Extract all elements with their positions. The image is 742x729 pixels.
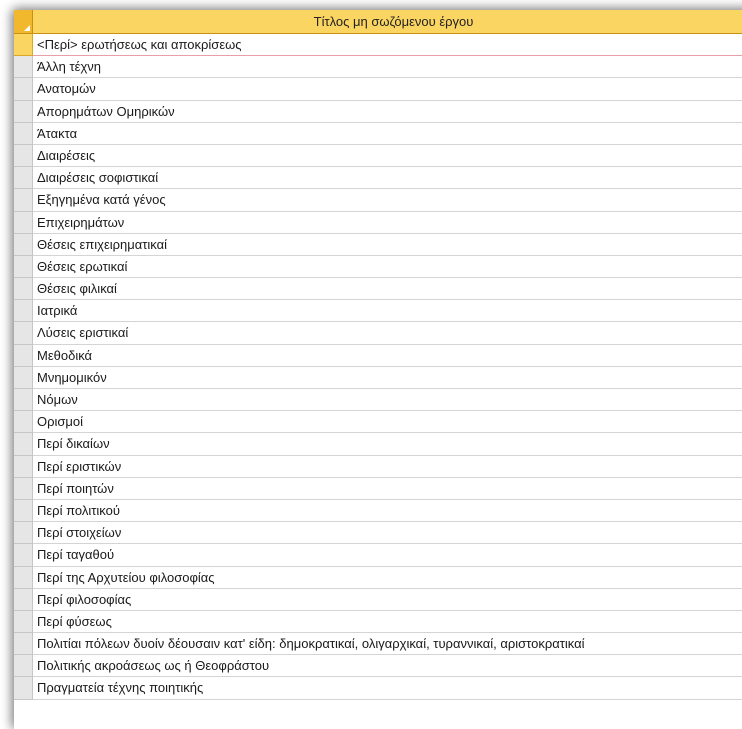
table-row[interactable]: Περί φιλοσοφίας — [14, 588, 742, 611]
title-cell[interactable]: Ανατομών — [33, 78, 742, 101]
table-row[interactable]: Περί ταγαθού — [14, 544, 742, 567]
table-row[interactable]: Άτακτα — [14, 122, 742, 145]
datasheet-view: Τίτλος μη σωζόμενου έργου <Περί> ερωτήσε… — [14, 10, 742, 729]
title-cell[interactable]: Περί δικαίων — [33, 433, 742, 456]
row-selector[interactable] — [14, 233, 33, 256]
title-cell[interactable]: <Περί> ερωτήσεως και αποκρίσεως — [33, 34, 742, 57]
row-selector[interactable] — [14, 34, 33, 57]
title-cell[interactable]: Θέσεις επιχειρηματικαί — [33, 234, 742, 256]
title-cell[interactable]: Μεθοδικά — [33, 345, 742, 367]
row-selector[interactable] — [14, 655, 33, 678]
title-cell[interactable]: Πολιτίαι πόλεων δυοίν δέουσαιν κατ' είδη… — [33, 633, 742, 656]
title-cell[interactable]: Περί στοιχείων — [33, 522, 742, 545]
table-row[interactable]: Άλλη τέχνη — [14, 56, 742, 79]
title-cell[interactable]: Λύσεις εριστικαί — [33, 322, 742, 345]
table-row[interactable]: Θέσεις φιλικαί — [14, 278, 742, 301]
table-row[interactable]: Απορημάτων Ομηρικών — [14, 100, 742, 123]
table-row[interactable]: Θέσεις ερωτικαί — [14, 255, 742, 279]
row-selector[interactable] — [14, 322, 33, 345]
row-selector[interactable] — [14, 544, 33, 567]
table-row[interactable]: Λύσεις εριστικαί — [14, 322, 742, 345]
table-row[interactable]: Πολιτίαι πόλεων δυοίν δέουσαιν κατ' είδη… — [14, 633, 742, 656]
title-cell[interactable]: Διαιρέσεις — [33, 145, 742, 168]
table-row[interactable]: <Περί> ερωτήσεως και αποκρίσεως — [14, 34, 742, 57]
row-selector[interactable] — [14, 366, 33, 389]
title-cell[interactable]: Πραγματεία τέχνης ποιητικής — [33, 677, 742, 700]
title-cell[interactable]: Περί φύσεως — [33, 611, 742, 634]
row-selector[interactable] — [14, 167, 33, 190]
title-cell[interactable]: Απορημάτων Ομηρικών — [33, 101, 742, 123]
row-selector[interactable] — [14, 78, 33, 101]
row-selector[interactable] — [14, 300, 33, 323]
table-row[interactable]: Περί πολιτικού — [14, 499, 742, 523]
title-cell[interactable]: Μνημομικόν — [33, 367, 742, 389]
table-row[interactable]: Πραγματεία τέχνης ποιητικής — [14, 677, 742, 700]
table-row[interactable]: Θέσεις επιχειρηματικαί — [14, 233, 742, 256]
title-cell[interactable]: Περί φιλοσοφίας — [33, 589, 742, 611]
title-cell[interactable]: Άλλη τέχνη — [33, 56, 742, 79]
datasheet-header: Τίτλος μη σωζόμενου έργου — [14, 10, 742, 34]
title-cell[interactable]: Διαιρέσεις σοφιστικαί — [33, 167, 742, 190]
row-selector[interactable] — [14, 56, 33, 79]
table-row[interactable]: Διαιρέσεις — [14, 144, 742, 168]
title-cell[interactable]: Νόμων — [33, 389, 742, 412]
row-selector[interactable] — [14, 433, 33, 456]
table-row[interactable]: Περί της Αρχυτείου φιλοσοφίας — [14, 566, 742, 589]
select-all-triangle-icon — [24, 25, 30, 31]
row-selector[interactable] — [14, 610, 33, 634]
title-cell[interactable]: Ορισμοί — [33, 411, 742, 434]
table-row[interactable]: Μνημομικόν — [14, 366, 742, 389]
title-cell[interactable]: Άτακτα — [33, 123, 742, 145]
title-cell[interactable]: Πολιτικής ακροάσεως ως ή Θεοφράστου — [33, 655, 742, 678]
title-cell[interactable]: Περί πολιτικού — [33, 500, 742, 523]
row-selector[interactable] — [14, 278, 33, 301]
title-cell[interactable]: Θέσεις φιλικαί — [33, 278, 742, 301]
table-row[interactable]: Επιχειρημάτων — [14, 211, 742, 234]
title-cell[interactable]: Επιχειρημάτων — [33, 212, 742, 234]
row-selector[interactable] — [14, 122, 33, 145]
table-row[interactable]: Εξηγημένα κατά γένος — [14, 189, 742, 212]
table-row[interactable]: Περί στοιχείων — [14, 522, 742, 545]
row-selector[interactable] — [14, 189, 33, 212]
table-row[interactable]: Ορισμοί — [14, 411, 742, 434]
table-row[interactable]: Ανατομών — [14, 78, 742, 101]
table-row[interactable]: Περί φύσεως — [14, 610, 742, 634]
row-selector[interactable] — [14, 455, 33, 478]
table-row[interactable]: Διαιρέσεις σοφιστικαί — [14, 167, 742, 190]
row-selector[interactable] — [14, 477, 33, 500]
row-selector[interactable] — [14, 677, 33, 700]
title-cell[interactable]: Περί ποιητών — [33, 478, 742, 500]
row-selector[interactable] — [14, 144, 33, 168]
row-selector[interactable] — [14, 389, 33, 412]
title-cell[interactable]: Ιατρικά — [33, 300, 742, 323]
table-row[interactable]: Πολιτικής ακροάσεως ως ή Θεοφράστου — [14, 655, 742, 678]
title-cell[interactable]: Θέσεις ερωτικαί — [33, 256, 742, 279]
column-header-title[interactable]: Τίτλος μη σωζόμενου έργου — [33, 10, 742, 34]
column-header-label: Τίτλος μη σωζόμενου έργου — [313, 14, 474, 29]
row-selector[interactable] — [14, 633, 33, 656]
row-selector[interactable] — [14, 100, 33, 123]
table-row[interactable]: Νόμων — [14, 389, 742, 412]
title-cell[interactable]: Περί της Αρχυτείου φιλοσοφίας — [33, 567, 742, 589]
row-selector[interactable] — [14, 211, 33, 234]
row-selector[interactable] — [14, 411, 33, 434]
row-selector[interactable] — [14, 566, 33, 589]
row-selector[interactable] — [14, 588, 33, 611]
row-selector[interactable] — [14, 255, 33, 279]
row-selector[interactable] — [14, 522, 33, 545]
title-cell[interactable]: Περί εριστικών — [33, 456, 742, 478]
row-selector[interactable] — [14, 344, 33, 367]
title-cell[interactable]: Περί ταγαθού — [33, 544, 742, 567]
datasheet-rows: <Περί> ερωτήσεως και αποκρίσεως Άλλη τέχν… — [14, 34, 742, 700]
title-cell[interactable]: Εξηγημένα κατά γένος — [33, 189, 742, 212]
table-row[interactable]: Περί ποιητών — [14, 477, 742, 500]
table-row[interactable]: Ιατρικά — [14, 300, 742, 323]
select-all-button[interactable] — [14, 10, 33, 34]
table-row[interactable]: Περί εριστικών — [14, 455, 742, 478]
row-selector[interactable] — [14, 499, 33, 523]
table-row[interactable]: Μεθοδικά — [14, 344, 742, 367]
table-row[interactable]: Περί δικαίων — [14, 433, 742, 456]
